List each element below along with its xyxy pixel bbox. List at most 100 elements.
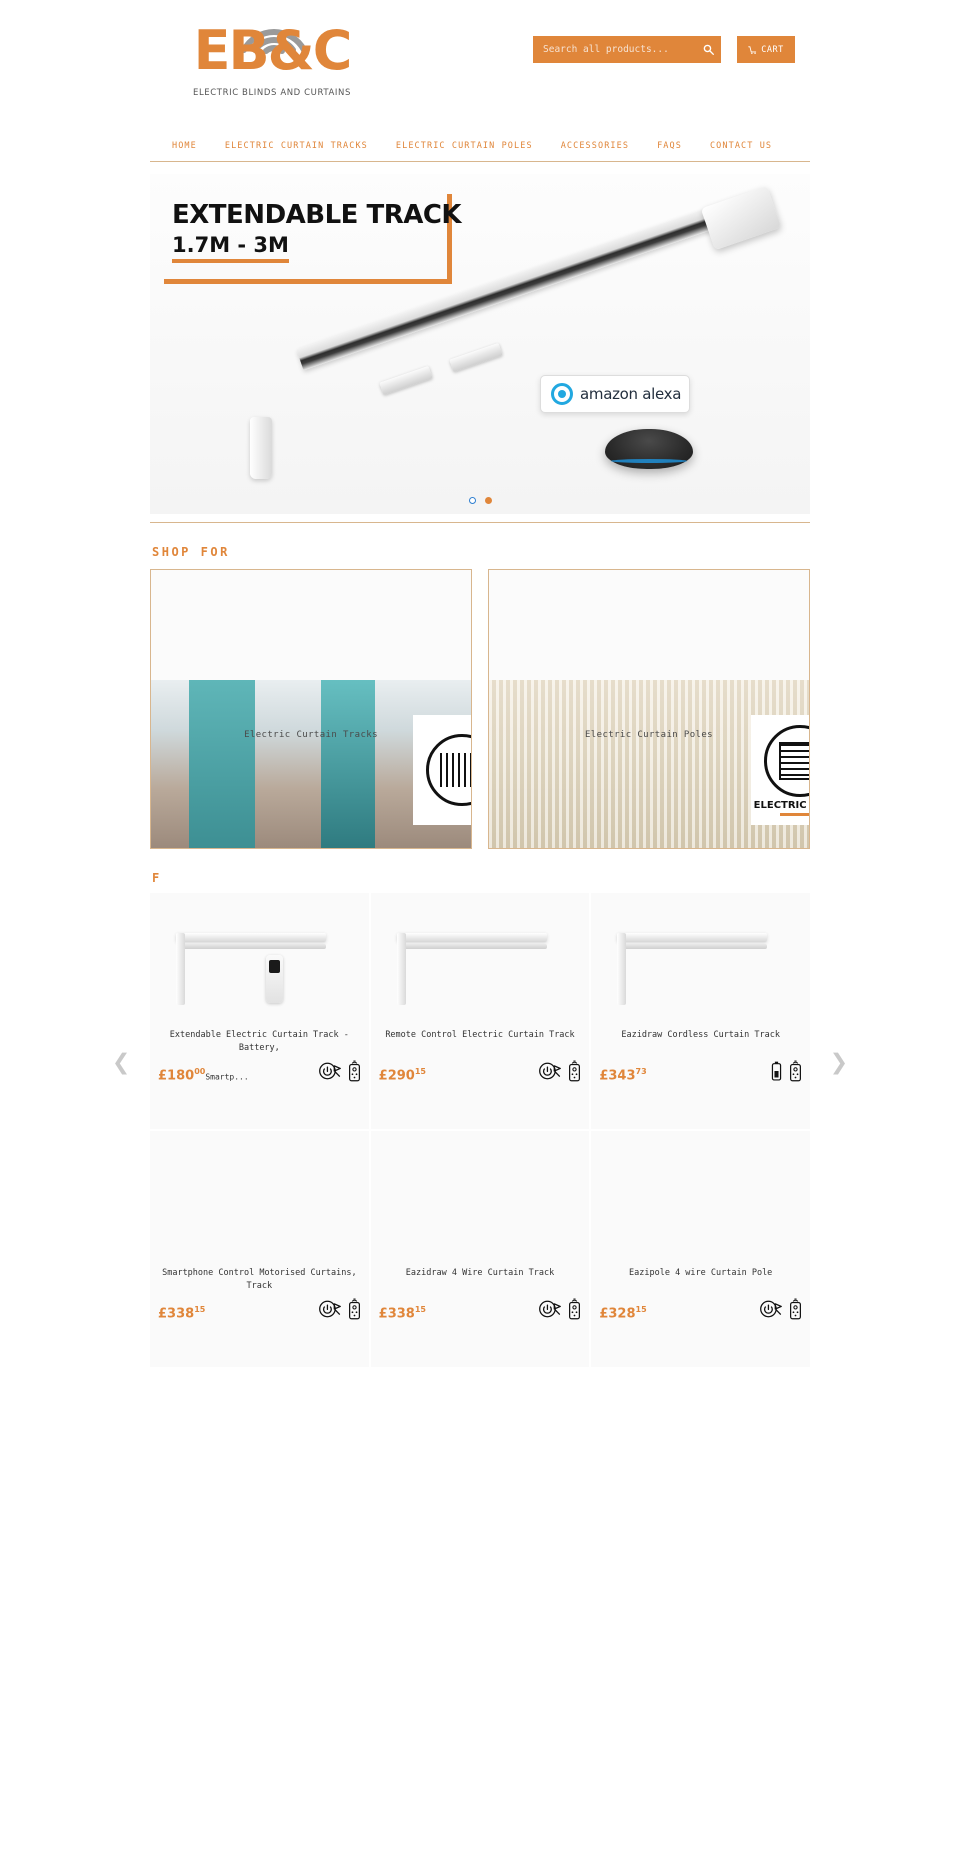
- hero-subtitle: 1.7M - 3M: [172, 233, 289, 264]
- product-image: [158, 1141, 361, 1261]
- carousel-dot-2[interactable]: [484, 497, 492, 504]
- product-image: [599, 903, 802, 1023]
- product-footer: £33815: [158, 1297, 361, 1321]
- carousel-dot-1[interactable]: [468, 497, 476, 504]
- product-feature-icons: [318, 1059, 361, 1083]
- carousel-dots: [150, 497, 810, 504]
- blind-glyph: [779, 741, 809, 780]
- product-card[interactable]: Eazidraw Cordless Curtain Track £34373: [591, 893, 810, 1129]
- echo-dot-image: [605, 429, 693, 469]
- product-name: Extendable Electric Curtain Track - Batt…: [169, 1030, 349, 1053]
- category-badge-text: ELECTRIC POLES: [753, 799, 809, 811]
- site-logo[interactable]: EB&C ELECTRIC BLINDS AND CURTAINS: [182, 18, 362, 98]
- price-minor: 73: [635, 1066, 647, 1076]
- battery-icon: [771, 1061, 782, 1081]
- curtain-track-icon: [426, 734, 471, 806]
- price-minor: 15: [635, 1304, 647, 1314]
- product-card[interactable]: Eazidraw 4 Wire Curtain Track £33815: [370, 1131, 590, 1367]
- product-price: £34373: [599, 1067, 646, 1083]
- remote-control-icon: [348, 1298, 360, 1320]
- category-card-poles[interactable]: Electric Curtain Poles ELECTRIC POLES: [488, 569, 810, 849]
- remote-control-icon: [790, 1060, 801, 1082]
- cart-button[interactable]: CART: [737, 36, 795, 63]
- price-minor: 15: [194, 1304, 206, 1314]
- main-navigation: HOME ELECTRIC CURTAIN TRACKS ELECTRIC CU…: [150, 130, 810, 162]
- nav-item-poles[interactable]: ELECTRIC CURTAIN POLES: [382, 141, 547, 151]
- nav-item-tracks[interactable]: ELECTRIC CURTAIN TRACKS: [211, 141, 382, 151]
- search-button[interactable]: [695, 36, 721, 63]
- remote-control-icon: [569, 1298, 581, 1320]
- price-major: £328: [599, 1306, 636, 1321]
- page-root: EB&C ELECTRIC BLINDS AND CURTAINS CART: [0, 0, 960, 1875]
- category-card-tracks[interactable]: Electric Curtain Tracks: [150, 569, 472, 849]
- power-plug-icon: [318, 1300, 341, 1318]
- logo-tagline: ELECTRIC BLINDS AND CURTAINS: [192, 88, 351, 98]
- hero-track-carriage: [449, 342, 503, 373]
- nav-item-home[interactable]: HOME: [158, 141, 211, 151]
- hero-text-block: EXTENDABLE TRACK 1.7M - 3M: [172, 200, 462, 264]
- search-input[interactable]: [533, 44, 695, 55]
- product-footer: £34373: [599, 1059, 802, 1083]
- price-minor: 00: [194, 1066, 206, 1076]
- alexa-ring-icon: [551, 383, 573, 405]
- product-card[interactable]: Extendable Electric Curtain Track - Batt…: [150, 893, 369, 1129]
- price-minor: 15: [414, 1066, 426, 1076]
- product-price: £29015: [379, 1067, 426, 1083]
- power-plug-icon: [539, 1062, 562, 1080]
- product-feature-icons: [770, 1059, 802, 1083]
- product-grid: Extendable Electric Curtain Track - Batt…: [150, 893, 810, 1367]
- price-trail: Smartp...: [205, 1072, 249, 1081]
- power-plug-icon: [539, 1300, 562, 1318]
- product-name: Eazipole 4 wire Curtain Pole: [629, 1268, 773, 1278]
- remote-control-icon: [569, 1060, 581, 1082]
- product-price: £33815: [158, 1305, 205, 1321]
- power-plug-icon: [318, 1062, 341, 1080]
- chevron-left-icon[interactable]: ❮: [112, 1048, 130, 1078]
- price-major: £180: [158, 1068, 195, 1083]
- product-footer: £32815: [599, 1297, 802, 1321]
- hero-carousel[interactable]: EXTENDABLE TRACK 1.7M - 3M amazon alexa: [150, 174, 810, 514]
- product-footer: £18000Smartp...: [158, 1059, 361, 1083]
- site-header: EB&C ELECTRIC BLINDS AND CURTAINS CART: [150, 0, 810, 130]
- product-feature-icons: [759, 1297, 802, 1321]
- remote-control-icon: [348, 1060, 360, 1082]
- search-icon: [703, 44, 714, 55]
- amazon-alexa-badge: amazon alexa: [540, 375, 690, 413]
- product-card[interactable]: Remote Control Electric Curtain Track £2…: [370, 893, 590, 1129]
- badge-underline: [780, 812, 809, 816]
- search-box[interactable]: [533, 36, 721, 63]
- product-feature-icons: [538, 1297, 581, 1321]
- category-badge: [413, 715, 471, 825]
- product-card[interactable]: Eazipole 4 wire Curtain Pole £32815: [591, 1131, 810, 1367]
- price-major: £343: [599, 1068, 636, 1083]
- product-card[interactable]: Smartphone Control Motorised Curtains, T…: [150, 1131, 369, 1367]
- power-plug-icon: [760, 1300, 782, 1318]
- product-image: [599, 1141, 802, 1261]
- product-image: [158, 903, 361, 1023]
- nav-item-accessories[interactable]: ACCESSORIES: [547, 141, 643, 151]
- product-image: [379, 1141, 582, 1261]
- product-price: £32815: [599, 1305, 646, 1321]
- nav-item-contact[interactable]: CONTACT US: [696, 141, 786, 151]
- remote-control-icon: [790, 1298, 801, 1320]
- cart-icon: [748, 45, 757, 54]
- price-minor: 15: [414, 1304, 426, 1314]
- nav-item-faqs[interactable]: FAQS: [643, 141, 696, 151]
- hero-title: EXTENDABLE TRACK: [172, 200, 462, 230]
- product-price: £18000Smartp...: [158, 1067, 249, 1083]
- category-grid: Electric Curtain Tracks Electric Curtain…: [150, 569, 810, 849]
- price-major: £338: [378, 1306, 415, 1321]
- category-badge: ELECTRIC POLES: [751, 715, 809, 825]
- alexa-label: amazon alexa: [580, 385, 682, 403]
- electric-pole-icon: [764, 724, 809, 797]
- product-name: Eazidraw Cordless Curtain Track: [621, 1030, 780, 1040]
- logo-wordmark: EB&C: [193, 19, 353, 82]
- price-major: £290: [378, 1068, 415, 1083]
- product-name: Remote Control Electric Curtain Track: [385, 1030, 575, 1040]
- hero-track-bracket: [250, 417, 272, 479]
- chevron-right-icon[interactable]: ❯: [830, 1048, 848, 1078]
- product-footer: £29015: [379, 1059, 582, 1083]
- product-feature-icons: [538, 1059, 581, 1083]
- product-name: Smartphone Control Motorised Curtains, T…: [162, 1268, 357, 1291]
- cart-label: CART: [761, 44, 784, 55]
